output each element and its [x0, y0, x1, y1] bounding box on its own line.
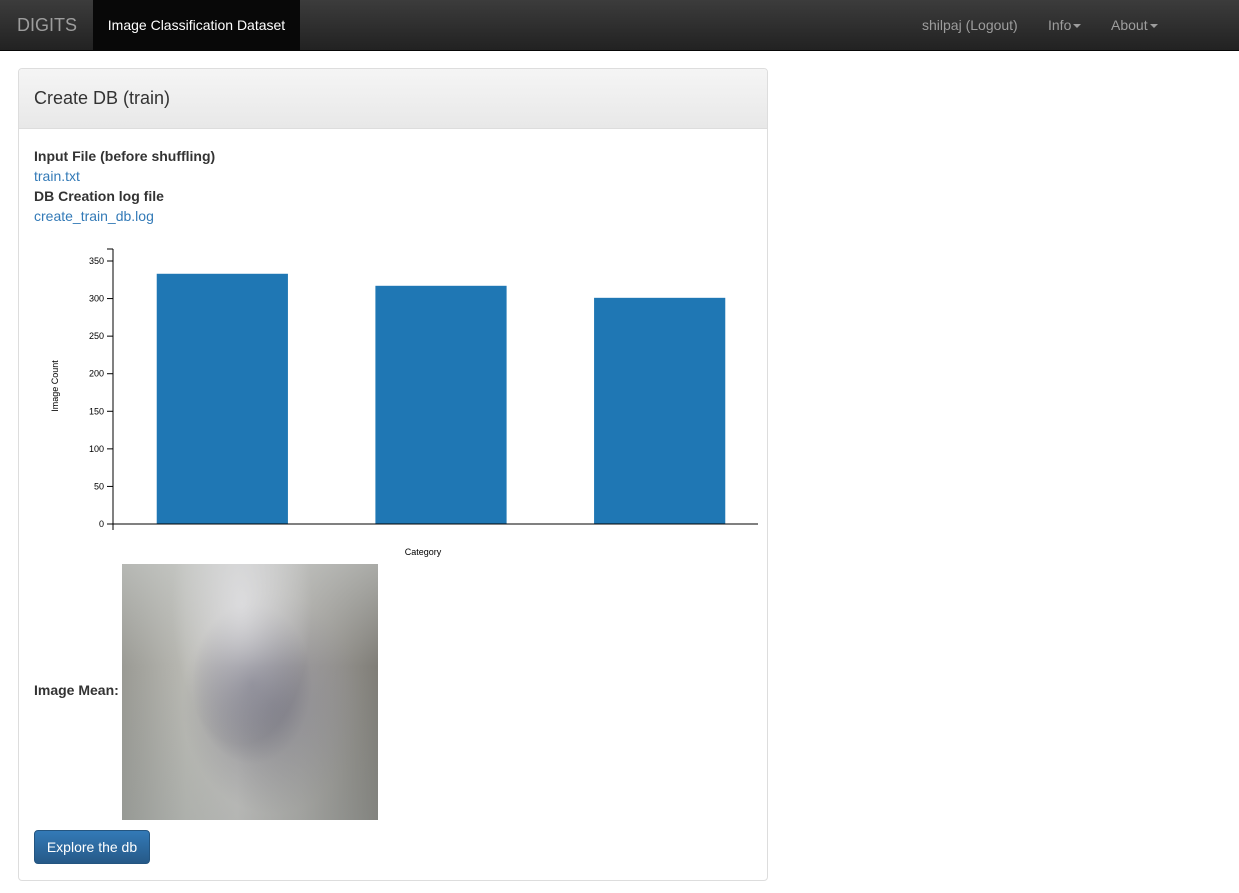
- nav-about-label: About: [1111, 17, 1148, 33]
- input-file-label: Input File (before shuffling): [34, 148, 216, 164]
- nav-current-page[interactable]: Image Classification Dataset: [93, 0, 300, 50]
- db-info: Input File (before shuffling) train.txt …: [34, 146, 215, 226]
- image-mean-picture: [122, 564, 378, 820]
- input-file-link[interactable]: train.txt: [34, 166, 215, 186]
- explore-db-button[interactable]: Explore the db: [34, 830, 150, 864]
- y-tick-label: 0: [99, 519, 104, 529]
- y-axis-label: Image Count: [50, 360, 60, 412]
- y-tick-label: 200: [89, 369, 104, 379]
- chart-bar: [375, 285, 507, 524]
- y-tick-label: 250: [89, 331, 104, 341]
- nav-info-label: Info: [1048, 17, 1072, 33]
- y-tick-label: 300: [89, 294, 104, 304]
- category-bar-chart: 0 50 100 150 200 250 300 350 Image Count Catego…: [50, 248, 758, 557]
- nav-info-menu[interactable]: Info: [1048, 0, 1082, 50]
- chart-bar: [594, 297, 726, 524]
- chevron-down-icon: [1149, 24, 1158, 29]
- top-navbar: DIGITS Image Classification Dataset shil…: [0, 0, 1239, 51]
- nav-about-menu[interactable]: About: [1111, 0, 1158, 50]
- log-file-link[interactable]: create_train_db.log: [34, 206, 215, 226]
- panel-title: Create DB (train): [19, 69, 767, 129]
- log-file-label: DB Creation log file: [34, 188, 164, 204]
- chart-bar: [156, 273, 288, 524]
- image-mean-label: Image Mean:: [34, 682, 119, 698]
- chevron-down-icon: [1073, 24, 1082, 29]
- y-tick-label: 100: [89, 444, 104, 454]
- nav-user-logout[interactable]: shilpaj (Logout): [922, 0, 1018, 50]
- create-db-panel: Create DB (train) Input File (before shu…: [18, 68, 768, 881]
- y-tick-label: 150: [89, 406, 104, 416]
- brand-logo[interactable]: DIGITS: [0, 0, 94, 50]
- y-tick-label: 50: [94, 481, 104, 491]
- y-tick-label: 350: [89, 256, 104, 266]
- x-axis-label: Category: [405, 547, 442, 557]
